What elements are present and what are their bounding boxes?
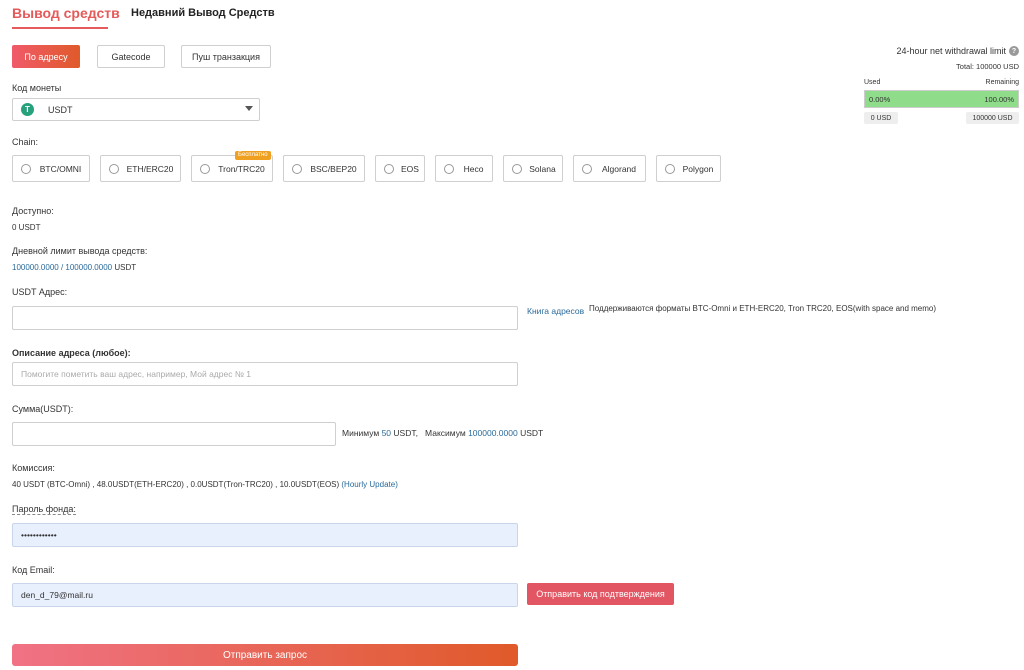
limit-progress-text: 0.00% 100.00% (865, 91, 1018, 107)
tab-withdraw[interactable]: Вывод средств (12, 5, 120, 21)
limit-title-row: 24-hour net withdrawal limit ? (859, 46, 1019, 56)
radio-icon (384, 163, 394, 174)
tab-bar: Вывод средств Недавний Вывод Средств (12, 0, 312, 30)
address-input[interactable] (12, 306, 518, 330)
coin-value: USDT (48, 104, 73, 115)
amount-max-value: 100000.0000 (468, 428, 518, 438)
remaining-percent: 100.00% (984, 94, 1014, 104)
amount-input[interactable] (12, 422, 336, 446)
available-label: Доступно: (12, 206, 54, 216)
send-code-button[interactable]: Отправить код подтверждения (527, 583, 674, 605)
limit-total: Total: 100000 USD (956, 62, 1019, 71)
chain-option-eth-erc20[interactable]: ETH/ERC20 (100, 155, 181, 182)
amount-limits: Минимум 50 USDT, Максимум 100000.0000 US… (342, 428, 543, 438)
submit-request-button[interactable]: Отправить запрос (12, 644, 518, 666)
tab-recent-withdrawals[interactable]: Недавний Вывод Средств (131, 7, 275, 19)
chain-option-heco[interactable]: Heco (435, 155, 493, 182)
by-address-button[interactable]: По адресу (12, 45, 80, 68)
remaining-label: Remaining (985, 79, 1019, 86)
free-badge: Бесплатно (235, 151, 271, 160)
address-book-link[interactable]: Книга адресов (527, 306, 584, 316)
fee-value: 40 USDT (BTC-Omni) , 48.0USDT(ETH-ERC20)… (12, 480, 398, 489)
amount-max-prefix: USDT, Максимум (391, 428, 469, 438)
radio-icon (109, 163, 119, 174)
amount-min-prefix: Минимум (342, 428, 382, 438)
daily-limit-total: 100000.0000 (65, 263, 113, 272)
radio-icon (444, 163, 454, 174)
email-input[interactable]: den_d_79@mail.ru (12, 583, 518, 607)
used-percent: 0.00% (869, 94, 891, 104)
memo-input[interactable]: Помогите пометить ваш адрес, например, М… (12, 362, 518, 386)
email-code-label: Код Email: (12, 565, 55, 575)
remaining-value-pill: 100000 USD (966, 112, 1019, 124)
daily-limit-label: Дневной лимит вывода средств: (12, 246, 148, 256)
help-icon[interactable]: ? (1009, 46, 1019, 56)
limit-bar-labels: Used Remaining (864, 79, 1019, 86)
amount-min-value: 50 (381, 428, 392, 438)
daily-limit-unit: USDT (112, 263, 137, 272)
radio-icon (200, 163, 210, 174)
coin-select[interactable]: T USDT (12, 98, 260, 121)
email-value: den_d_79@mail.ru (21, 590, 93, 600)
tab-active-underline (12, 27, 108, 29)
chain-option-bsc-bep20[interactable]: BSC/BEP20 (283, 155, 365, 182)
gatecode-button[interactable]: Gatecode (97, 45, 165, 68)
used-label: Used (864, 79, 881, 86)
memo-placeholder: Помогите пометить ваш адрес, например, М… (21, 369, 252, 379)
fee-text: 40 USDT (BTC-Omni) , 48.0USDT(ETH-ERC20)… (12, 480, 342, 489)
radio-icon (665, 163, 675, 174)
chain-label: Chain: (12, 137, 39, 147)
radio-icon (292, 163, 302, 174)
used-value-pill: 0 USD (864, 112, 898, 124)
chain-option-polygon[interactable]: Polygon (656, 155, 721, 182)
fund-password-label: Пароль фонда: (12, 504, 76, 515)
tether-icon: T (21, 103, 34, 116)
chain-option-algorand[interactable]: Algorand (573, 155, 646, 182)
chain-option-btc-omni[interactable]: BTC/OMNI (12, 155, 90, 182)
amount-label: Сумма(USDT): (12, 404, 74, 414)
limit-progress-bar: 0.00% 100.00% (864, 90, 1019, 108)
push-transaction-button[interactable]: Пуш транзакция (181, 45, 271, 68)
radio-icon (21, 163, 31, 174)
chain-option-tron-trc20[interactable]: Бесплатно Tron/TRC20 (191, 151, 273, 182)
address-label: USDT Адрес: (12, 287, 68, 297)
coin-label: Код монеты (12, 83, 62, 93)
address-formats-note: Поддерживаются форматы BTC-Omni и ETH-ER… (589, 304, 937, 313)
daily-limit-value: 100000.0000 / 100000.0000 USDT (12, 263, 136, 272)
fund-password-value: •••••••••••• (21, 530, 57, 540)
available-value: 0 USDT (12, 223, 41, 232)
chain-option-eos[interactable]: EOS (375, 155, 425, 182)
limit-title: 24-hour net withdrawal limit (896, 46, 1006, 56)
daily-limit-used: 100000.0000 (12, 263, 59, 272)
fee-label: Комиссия: (12, 463, 55, 473)
memo-label: Описание адреса (любое): (12, 348, 131, 358)
fee-hourly-update: (Hourly Update) (341, 480, 398, 489)
fund-password-input[interactable]: •••••••••••• (12, 523, 518, 547)
amount-max-unit: USDT (517, 428, 544, 438)
withdrawal-limit-panel: 24-hour net withdrawal limit ? Total: 10… (859, 46, 1019, 71)
chevron-down-icon (245, 106, 253, 111)
chain-option-solana[interactable]: Solana (503, 155, 563, 182)
radio-icon (582, 163, 592, 174)
radio-icon (512, 163, 522, 174)
